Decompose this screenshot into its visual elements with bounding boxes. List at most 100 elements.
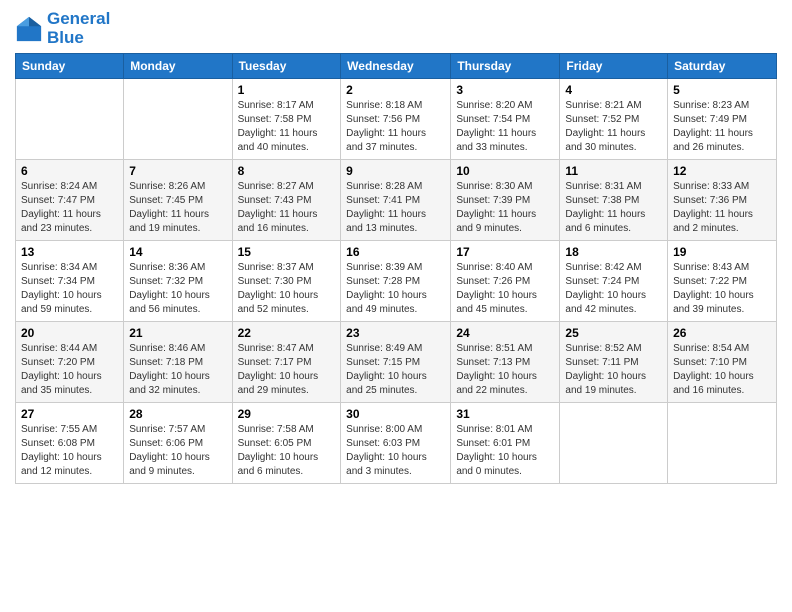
calendar-cell: 5 Sunrise: 8:23 AMSunset: 7:49 PMDaylight…	[668, 79, 777, 160]
day-number: 14	[129, 245, 226, 259]
calendar-cell: 20 Sunrise: 8:44 AMSunset: 7:20 PMDayligh…	[16, 322, 124, 403]
day-info: Sunrise: 8:33 AMSunset: 7:36 PMDaylight:…	[673, 180, 771, 236]
day-number: 11	[565, 164, 662, 178]
day-number: 24	[456, 326, 554, 340]
day-number: 9	[346, 164, 445, 178]
day-info: Sunrise: 8:01 AMSunset: 6:01 PMDaylight:…	[456, 423, 554, 479]
week-row-1: 1 Sunrise: 8:17 AMSunset: 7:58 PMDaylight…	[16, 79, 777, 160]
day-number: 29	[238, 407, 336, 421]
day-info: Sunrise: 8:21 AMSunset: 7:52 PMDaylight:…	[565, 99, 662, 155]
calendar-cell	[560, 403, 668, 484]
day-info: Sunrise: 8:31 AMSunset: 7:38 PMDaylight:…	[565, 180, 662, 236]
day-number: 12	[673, 164, 771, 178]
day-number: 15	[238, 245, 336, 259]
day-number: 16	[346, 245, 445, 259]
calendar-cell: 12 Sunrise: 8:33 AMSunset: 7:36 PMDayligh…	[668, 160, 777, 241]
calendar-cell: 15 Sunrise: 8:37 AMSunset: 7:30 PMDayligh…	[232, 241, 341, 322]
day-number: 28	[129, 407, 226, 421]
day-info: Sunrise: 8:46 AMSunset: 7:18 PMDaylight:…	[129, 342, 226, 398]
calendar-cell: 30Sunrise: 8:00 AMSunset: 6:03 PMDayligh…	[341, 403, 451, 484]
weekday-header-wednesday: Wednesday	[341, 54, 451, 79]
calendar-cell: 16 Sunrise: 8:39 AMSunset: 7:28 PMDayligh…	[341, 241, 451, 322]
day-info: Sunrise: 8:26 AMSunset: 7:45 PMDaylight:…	[129, 180, 226, 236]
day-info: Sunrise: 8:24 AMSunset: 7:47 PMDaylight:…	[21, 180, 118, 236]
calendar-cell: 6 Sunrise: 8:24 AMSunset: 7:47 PMDaylight…	[16, 160, 124, 241]
day-number: 25	[565, 326, 662, 340]
day-info: Sunrise: 8:37 AMSunset: 7:30 PMDaylight:…	[238, 261, 336, 317]
day-number: 3	[456, 83, 554, 97]
day-number: 26	[673, 326, 771, 340]
calendar-cell: 17 Sunrise: 8:40 AMSunset: 7:26 PMDayligh…	[451, 241, 560, 322]
day-info: Sunrise: 8:40 AMSunset: 7:26 PMDaylight:…	[456, 261, 554, 317]
calendar-cell: 26 Sunrise: 8:54 AMSunset: 7:10 PMDayligh…	[668, 322, 777, 403]
calendar-cell	[668, 403, 777, 484]
calendar-cell: 10 Sunrise: 8:30 AMSunset: 7:39 PMDayligh…	[451, 160, 560, 241]
calendar-cell: 25 Sunrise: 8:52 AMSunset: 7:11 PMDayligh…	[560, 322, 668, 403]
calendar-cell: 23Sunrise: 8:49 AMSunset: 7:15 PMDayligh…	[341, 322, 451, 403]
calendar-cell: 21 Sunrise: 8:46 AMSunset: 7:18 PMDayligh…	[124, 322, 232, 403]
week-row-4: 20 Sunrise: 8:44 AMSunset: 7:20 PMDayligh…	[16, 322, 777, 403]
day-info: Sunrise: 8:34 AMSunset: 7:34 PMDaylight:…	[21, 261, 118, 317]
calendar-cell: 3 Sunrise: 8:20 AMSunset: 7:54 PMDaylight…	[451, 79, 560, 160]
day-info: Sunrise: 8:39 AMSunset: 7:28 PMDaylight:…	[346, 261, 445, 317]
day-number: 21	[129, 326, 226, 340]
day-number: 20	[21, 326, 118, 340]
day-number: 2	[346, 83, 445, 97]
weekday-header-sunday: Sunday	[16, 54, 124, 79]
day-info: Sunrise: 8:00 AMSunset: 6:03 PMDaylight:…	[346, 423, 445, 479]
day-number: 23	[346, 326, 445, 340]
day-number: 5	[673, 83, 771, 97]
day-number: 31	[456, 407, 554, 421]
day-info: Sunrise: 8:44 AMSunset: 7:20 PMDaylight:…	[21, 342, 118, 398]
day-number: 17	[456, 245, 554, 259]
weekday-header-friday: Friday	[560, 54, 668, 79]
day-number: 10	[456, 164, 554, 178]
calendar-cell: 7 Sunrise: 8:26 AMSunset: 7:45 PMDaylight…	[124, 160, 232, 241]
day-number: 13	[21, 245, 118, 259]
day-info: Sunrise: 7:57 AMSunset: 6:06 PMDaylight:…	[129, 423, 226, 479]
calendar-cell: 19Sunrise: 8:43 AMSunset: 7:22 PMDayligh…	[668, 241, 777, 322]
day-number: 18	[565, 245, 662, 259]
day-info: Sunrise: 8:47 AMSunset: 7:17 PMDaylight:…	[238, 342, 336, 398]
week-row-5: 27Sunrise: 7:55 AMSunset: 6:08 PMDayligh…	[16, 403, 777, 484]
calendar-cell: 28 Sunrise: 7:57 AMSunset: 6:06 PMDayligh…	[124, 403, 232, 484]
calendar-cell	[16, 79, 124, 160]
weekday-header-saturday: Saturday	[668, 54, 777, 79]
day-info: Sunrise: 8:18 AMSunset: 7:56 PMDaylight:…	[346, 99, 445, 155]
day-number: 22	[238, 326, 336, 340]
calendar-cell: 1 Sunrise: 8:17 AMSunset: 7:58 PMDaylight…	[232, 79, 341, 160]
header: General Blue	[15, 10, 777, 47]
day-info: Sunrise: 8:17 AMSunset: 7:58 PMDaylight:…	[238, 99, 336, 155]
day-number: 8	[238, 164, 336, 178]
day-info: Sunrise: 8:28 AMSunset: 7:41 PMDaylight:…	[346, 180, 445, 236]
week-row-2: 6 Sunrise: 8:24 AMSunset: 7:47 PMDaylight…	[16, 160, 777, 241]
calendar-cell: 18Sunrise: 8:42 AMSunset: 7:24 PMDayligh…	[560, 241, 668, 322]
day-number: 4	[565, 83, 662, 97]
calendar-cell: 4 Sunrise: 8:21 AMSunset: 7:52 PMDaylight…	[560, 79, 668, 160]
day-info: Sunrise: 8:23 AMSunset: 7:49 PMDaylight:…	[673, 99, 771, 155]
calendar-cell: 22 Sunrise: 8:47 AMSunset: 7:17 PMDayligh…	[232, 322, 341, 403]
day-info: Sunrise: 8:54 AMSunset: 7:10 PMDaylight:…	[673, 342, 771, 398]
day-number: 1	[238, 83, 336, 97]
weekday-header-row: SundayMondayTuesdayWednesdayThursdayFrid…	[16, 54, 777, 79]
day-number: 19	[673, 245, 771, 259]
calendar-cell: 31 Sunrise: 8:01 AMSunset: 6:01 PMDayligh…	[451, 403, 560, 484]
logo-icon	[15, 15, 43, 43]
calendar-cell: 13 Sunrise: 8:34 AMSunset: 7:34 PMDayligh…	[16, 241, 124, 322]
day-info: Sunrise: 7:55 AMSunset: 6:08 PMDaylight:…	[21, 423, 118, 479]
page-container: General Blue SundayMondayTuesdayWednesda…	[0, 0, 792, 494]
calendar-table: SundayMondayTuesdayWednesdayThursdayFrid…	[15, 53, 777, 484]
day-info: Sunrise: 8:27 AMSunset: 7:43 PMDaylight:…	[238, 180, 336, 236]
calendar-cell: 29 Sunrise: 7:58 AMSunset: 6:05 PMDayligh…	[232, 403, 341, 484]
day-number: 6	[21, 164, 118, 178]
week-row-3: 13 Sunrise: 8:34 AMSunset: 7:34 PMDayligh…	[16, 241, 777, 322]
day-info: Sunrise: 8:20 AMSunset: 7:54 PMDaylight:…	[456, 99, 554, 155]
day-number: 7	[129, 164, 226, 178]
day-info: Sunrise: 7:58 AMSunset: 6:05 PMDaylight:…	[238, 423, 336, 479]
calendar-cell: 27Sunrise: 7:55 AMSunset: 6:08 PMDayligh…	[16, 403, 124, 484]
calendar-cell: 8 Sunrise: 8:27 AMSunset: 7:43 PMDaylight…	[232, 160, 341, 241]
day-info: Sunrise: 8:30 AMSunset: 7:39 PMDaylight:…	[456, 180, 554, 236]
weekday-header-tuesday: Tuesday	[232, 54, 341, 79]
calendar-cell: 14Sunrise: 8:36 AMSunset: 7:32 PMDayligh…	[124, 241, 232, 322]
day-info: Sunrise: 8:52 AMSunset: 7:11 PMDaylight:…	[565, 342, 662, 398]
